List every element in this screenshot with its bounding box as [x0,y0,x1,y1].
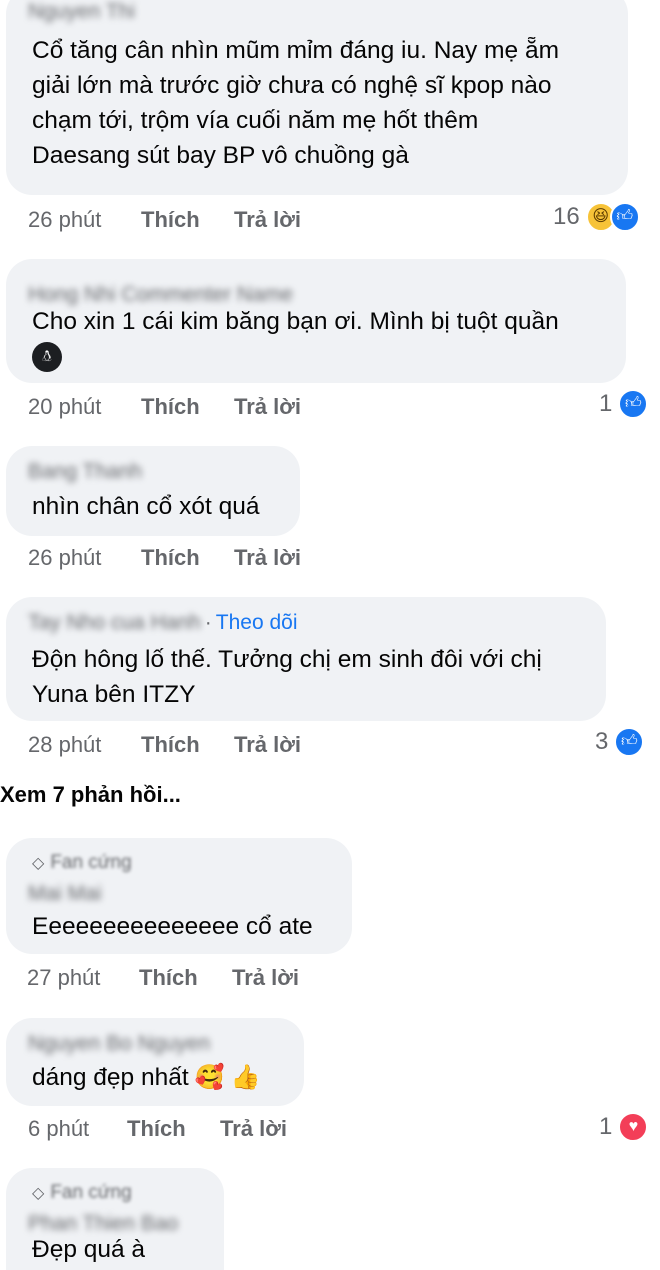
comment-line: dáng đẹp nhất 🥰 👍 [32,1060,260,1095]
comment-actions: 26 phút Thích Trả lời [28,545,328,573]
comment-bubble: Tay Nho cua Hanh · Theo dõi Độn hông lố … [6,597,606,721]
comment-text: Cho xin 1 cái kim băng bạn ơi. Mình bị t… [32,304,559,374]
reaction-count: 1 [599,1113,613,1140]
like-icon: 👍︎ [614,727,645,757]
comment-text: Độn hông lố thế. Tưởng chị em sinh đôi v… [32,642,542,712]
reaction-count: 16 [553,203,580,230]
comment-line: Daesang sút bay BP vô chuồng gà [32,142,409,169]
comment-timestamp[interactable]: 20 phút [28,394,101,420]
reply-button[interactable]: Trả lời [234,545,301,571]
reaction-count: 1 [599,390,613,417]
like-button[interactable]: Thích [139,965,198,991]
reaction-summary[interactable]: 3 👍︎ [595,727,645,757]
comment-line: Cổ tăng cân nhìn mũm mỉm đáng iu. Nay mẹ… [32,37,559,64]
reaction-summary[interactable]: 1 👍︎ [599,389,649,419]
comment-timestamp[interactable]: 28 phút [28,732,101,758]
reply-bubble: Nguyen Bo Nguyen dáng đẹp nhất 🥰 👍 [6,1018,304,1106]
comment-line: Đẹp quá à [32,1236,146,1263]
reply-bubble: ◇ Fan cứng Mai Mai Eeeeeeeeeeeeeee cổ at… [6,838,352,954]
comment-author-line: Tay Nho cua Hanh · Theo dõi [28,611,298,635]
comment-line: Độn hông lố thế. Tưởng chị em sinh đôi v… [32,646,542,673]
love-icon: ♥ [618,1112,649,1142]
comment-actions: 27 phút Thích Trả lời [27,965,327,993]
fan-badge: ◇ Fan cứng [32,1182,132,1204]
comment-timestamp[interactable]: 26 phút [28,545,101,571]
comment-timestamp[interactable]: 6 phút [28,1116,89,1142]
follow-button[interactable]: Theo dõi [216,611,298,635]
badge-label: Fan cứng [50,1182,132,1203]
comment-author[interactable]: Nguyen Bo Nguyen [28,1032,210,1056]
smiling-hearts-emoji: 🥰 [194,1064,225,1091]
comment-line: Cho xin 1 cái kim băng bạn ơi. Mình bị t… [32,308,559,335]
like-button[interactable]: Thích [141,545,200,571]
comment-bubble: Nguyen Thi Cổ tăng cân nhìn mũm mỉm đáng… [6,0,628,195]
diamond-icon: ◇ [32,855,45,872]
comment-actions: 28 phút Thích Trả lời [28,732,328,760]
like-button[interactable]: Thích [127,1116,186,1142]
comment-text: dáng đẹp nhất 🥰 👍 [32,1060,260,1095]
comment-bubble: Bang Thanh nhìn chân cổ xót quá [6,446,300,536]
comment-bubble: Hong Nhi Commenter Name Cho xin 1 cái ki… [6,259,626,383]
comment-timestamp[interactable]: 26 phút [28,207,101,233]
like-icon: 👍︎ [609,202,640,232]
diamond-icon: ◇ [32,1185,45,1202]
badge-label: Fan cứng [50,852,132,873]
comment-timestamp[interactable]: 27 phút [27,965,100,991]
comment-actions: 20 phút Thích Trả lời [28,394,328,422]
like-icon: 👍︎ [618,389,649,419]
comment-line: Yuna bên ITZY [32,681,196,708]
penguin-emoji: 🐧︎ [32,341,62,372]
reply-bubble: ◇ Fan cứng Phan Thien Bao Đẹp quá à [6,1168,224,1270]
comment-line: chạm tới, trộm vía cuối năm mẹ hốt thêm [32,107,479,134]
comment-text: Đẹp quá à [32,1232,145,1267]
comment-author[interactable]: Mai Mai [28,882,102,906]
view-replies-link[interactable]: Xem 7 phản hồi... [0,782,181,808]
fan-badge: ◇ Fan cứng [32,852,132,874]
like-button[interactable]: Thích [141,207,200,233]
comment-author[interactable]: Bang Thanh [28,460,142,484]
comment-line: Eeeeeeeeeeeeeee cổ ate [32,913,313,940]
like-button[interactable]: Thích [141,732,200,758]
reaction-summary[interactable]: 1 ♥ [599,1112,649,1142]
reply-button[interactable]: Trả lời [234,207,301,233]
like-button[interactable]: Thích [141,394,200,420]
reaction-summary[interactable]: 16 😆 👍︎ [553,202,640,232]
reply-button[interactable]: Trả lời [232,965,299,991]
comment-author[interactable]: Tay Nho cua Hanh [28,611,201,635]
comment-line: nhìn chân cổ xót quá [32,493,260,520]
comment-actions: 26 phút Thích Trả lời [28,207,328,235]
separator-dot: · [204,611,212,634]
reaction-count: 3 [595,728,609,755]
comment-text: nhìn chân cổ xót quá [32,489,259,524]
reply-button[interactable]: Trả lời [234,394,301,420]
reply-button[interactable]: Trả lời [234,732,301,758]
comment-text: Eeeeeeeeeeeeeee cổ ate [32,909,313,944]
comment-author[interactable]: Nguyen Thi [28,0,135,24]
thumbs-up-emoji: 👍 [230,1064,261,1091]
comment-text: Cổ tăng cân nhìn mũm mỉm đáng iu. Nay mẹ… [32,33,559,173]
comment-line-text: dáng đẹp nhất [32,1064,189,1091]
comment-actions: 6 phút Thích Trả lời [28,1116,328,1144]
comment-line: giải lớn mà trước giờ chưa có nghệ sĩ kp… [32,72,552,99]
reply-button[interactable]: Trả lời [220,1116,287,1142]
